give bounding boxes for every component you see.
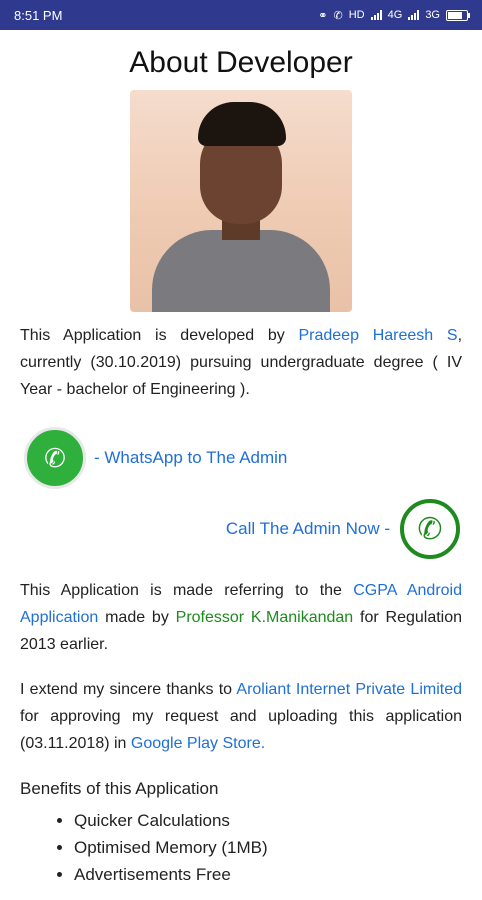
company-link[interactable]: Aroliant Internet Private Limited bbox=[236, 681, 462, 698]
phone-icon[interactable]: ✆ bbox=[400, 499, 460, 559]
page-title: About Developer bbox=[129, 46, 353, 79]
developer-name-link[interactable]: Pradeep Hareesh S bbox=[298, 327, 457, 344]
signal-icon bbox=[370, 10, 382, 20]
whatsapp-link[interactable]: - WhatsApp to The Admin bbox=[94, 448, 287, 468]
battery-icon bbox=[446, 9, 470, 21]
photo-shirt bbox=[152, 230, 330, 312]
thanks-paragraph: I extend my sincere thanks to Aroliant I… bbox=[20, 676, 462, 757]
benefits-title: Benefits of this Application bbox=[20, 779, 219, 798]
call-link[interactable]: Call The Admin Now - bbox=[226, 519, 390, 539]
reference-prefix: This Application is made referring to th… bbox=[20, 582, 354, 599]
benefits-list: Quicker Calculations Optimised Memory (1… bbox=[0, 807, 482, 888]
list-item: Advertisements Free bbox=[74, 861, 482, 888]
network-4g-label: 4G bbox=[387, 9, 403, 21]
photo-hair bbox=[198, 102, 286, 146]
professor-link[interactable]: Professor K.Manikandan bbox=[176, 609, 354, 626]
network-3g-label: 3G bbox=[425, 9, 440, 21]
list-item: Quicker Calculations bbox=[74, 807, 482, 834]
thanks-prefix: I extend my sincere thanks to bbox=[20, 681, 237, 698]
signal-icon bbox=[408, 10, 420, 20]
intro-prefix: This Application is developed by bbox=[20, 327, 299, 344]
whatsapp-icon[interactable]: ✆ bbox=[24, 427, 86, 489]
status-time: 8:51 PM bbox=[14, 7, 63, 23]
play-store-link[interactable]: Google Play Store. bbox=[131, 735, 265, 752]
call-row[interactable]: Call The Admin Now - ✆ bbox=[0, 499, 460, 559]
network-hd-label: HD bbox=[348, 9, 365, 21]
call-indicator-icon: ✆ bbox=[333, 9, 343, 22]
reference-middle: made by bbox=[98, 609, 176, 626]
status-icons: ⚭ ✆ HD 4G 3G bbox=[318, 9, 470, 22]
list-item: Optimised Memory (1MB) bbox=[74, 834, 482, 861]
intro-paragraph: This Application is developed by Pradeep… bbox=[20, 322, 462, 403]
whatsapp-row[interactable]: ✆ - WhatsApp to The Admin bbox=[24, 427, 482, 489]
developer-photo bbox=[130, 90, 352, 312]
reference-paragraph: This Application is made referring to th… bbox=[20, 577, 462, 658]
status-bar: 8:51 PM ⚭ ✆ HD 4G 3G bbox=[0, 0, 482, 30]
link-icon: ⚭ bbox=[318, 9, 328, 22]
